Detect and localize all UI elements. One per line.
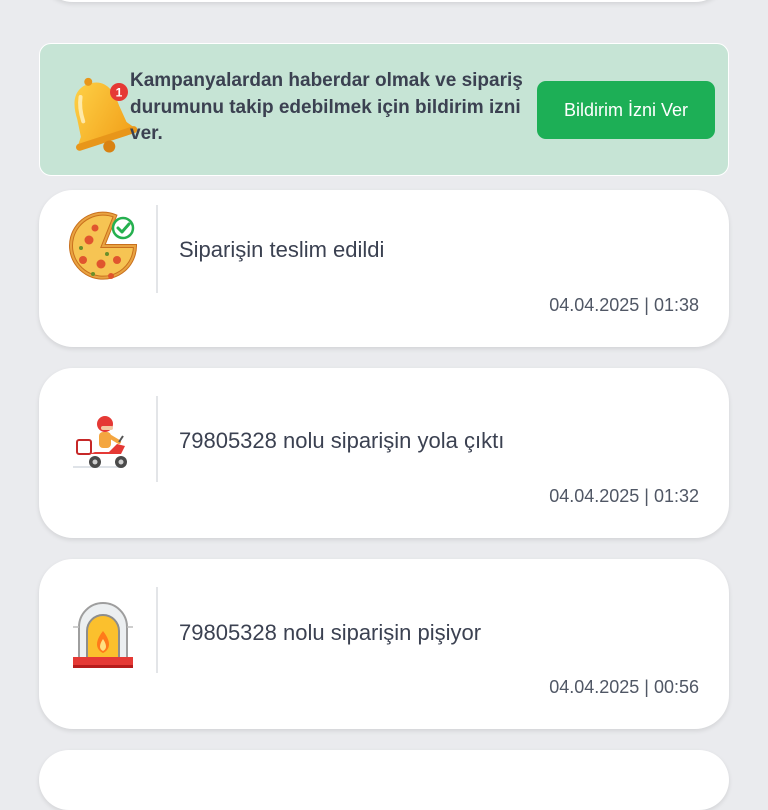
notification-message: 79805328 nolu siparişin pişiyor: [179, 620, 482, 645]
banner-message: Kampanyalardan haberdar olmak ve sipariş…: [130, 70, 523, 144]
notification-permission-banner: 1 Kampanyalardan haberdar olmak ve sipar…: [39, 43, 729, 176]
notification-card[interactable]: 79805328 nolu siparişin yola çıktı 04.04…: [39, 368, 729, 538]
card-divider: [156, 396, 158, 482]
notification-time: 04.04.2025 | 01:38: [549, 295, 699, 315]
notification-time: 04.04.2025 | 00:56: [549, 677, 699, 697]
card-divider: [156, 205, 158, 293]
notification-card[interactable]: Siparişin teslim edildi 04.04.2025 | 01:…: [39, 190, 729, 347]
bell-badge-count: 1: [116, 86, 123, 100]
notification-card-partial-bottom[interactable]: [39, 750, 729, 810]
pizza-delivered-icon: [69, 211, 138, 280]
allow-notifications-button[interactable]: Bildirim İzni Ver: [537, 81, 715, 139]
scooter-courier-icon: [73, 416, 127, 468]
notification-message: Siparişin teslim edildi: [179, 237, 385, 262]
notification-time: 04.04.2025 | 01:32: [549, 486, 699, 506]
notification-card[interactable]: 79805328 nolu siparişin pişiyor 04.04.20…: [39, 559, 729, 729]
card-divider: [156, 587, 158, 673]
pizza-oven-icon: [73, 602, 133, 668]
notification-card-partial-top[interactable]: [39, 0, 729, 2]
notification-message: 79805328 nolu siparişin yola çıktı: [179, 428, 505, 453]
